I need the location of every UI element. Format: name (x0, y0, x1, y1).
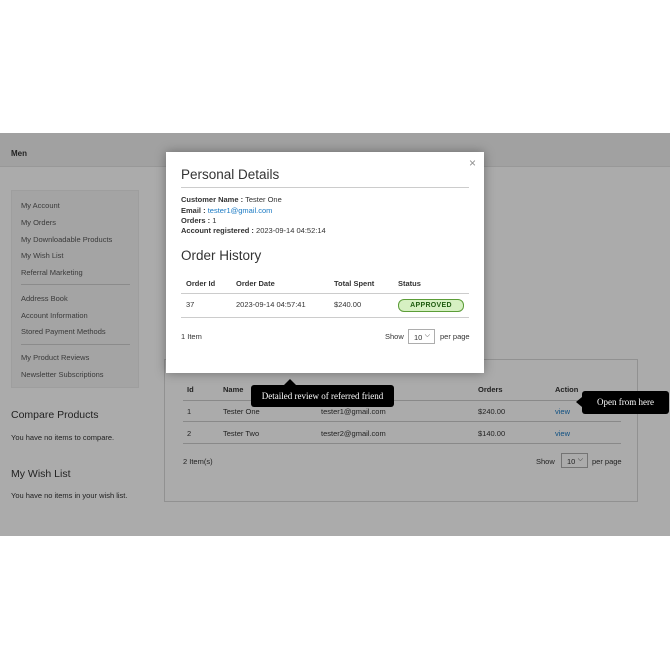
order-date-cell: 2023-09-14 04:57:41 (236, 300, 306, 309)
column-header-order-date: Order Date (236, 279, 275, 288)
customer-name-value: Tester One (245, 195, 282, 204)
customer-name-row: Customer Name : Tester One (181, 195, 282, 204)
account-registered-value: 2023-09-14 04:52:14 (256, 226, 326, 235)
email-row: Email : tester1@gmail.com (181, 206, 272, 215)
column-header-status: Status (398, 279, 421, 288)
email-link[interactable]: tester1@gmail.com (208, 206, 273, 215)
account-registered-label: Account registered : (181, 226, 254, 235)
orders-label: Orders : (181, 216, 211, 225)
orders-value: 1 (212, 216, 217, 225)
order-table-row-divider (181, 317, 469, 318)
order-per-page-select[interactable]: 10 ⌵ (408, 329, 435, 344)
chevron-down-icon: ⌵ (424, 332, 430, 339)
order-id-cell: 37 (186, 300, 195, 309)
tooltip-open-from-here: Open from here (576, 391, 669, 414)
total-spent-cell: $240.00 (334, 300, 362, 309)
order-show-label: Show (385, 332, 404, 341)
column-header-total-spent: Total Spent (334, 279, 375, 288)
title-divider (181, 187, 469, 188)
personal-details-title: Personal Details (181, 167, 280, 182)
order-history-title: Order History (181, 248, 262, 263)
personal-details-modal: × Personal Details Customer Name : Teste… (166, 152, 484, 373)
email-label: Email : (181, 206, 206, 215)
tooltip-detailed-review: Detailed review of referred friend (251, 379, 394, 407)
order-table-header-divider (181, 293, 469, 294)
close-icon[interactable]: × (469, 157, 476, 169)
status-badge: APPROVED (398, 299, 464, 312)
order-per-page-value: 10 (414, 333, 423, 342)
orders-row: Orders : 1 (181, 216, 216, 225)
account-registered-row: Account registered : 2023-09-14 04:52:14 (181, 226, 326, 235)
order-item-count: 1 Item (181, 332, 202, 341)
column-header-order-id: Order Id (186, 279, 216, 288)
customer-name-label: Customer Name : (181, 195, 244, 204)
order-per-page-label: per page (440, 332, 470, 341)
